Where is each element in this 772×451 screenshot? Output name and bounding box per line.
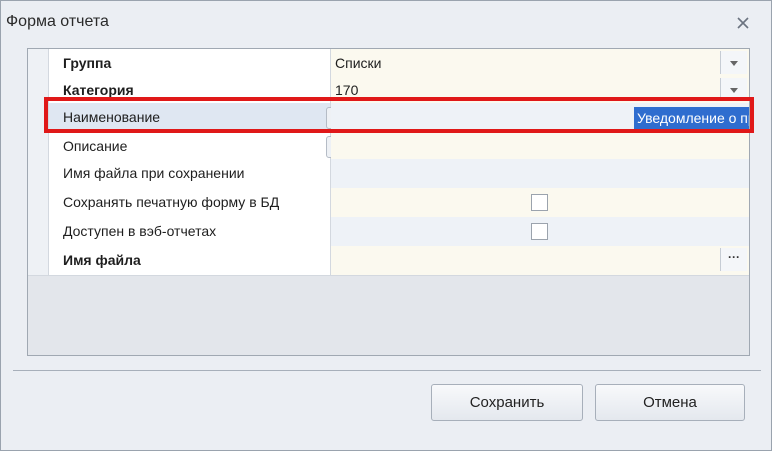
cancel-button[interactable]: Отмена	[595, 384, 745, 421]
row-gutter	[28, 246, 49, 275]
property-label: Категория	[63, 82, 134, 98]
property-label: Описание	[63, 138, 128, 154]
property-row-web-reports: Доступен в вэб-отчетах	[28, 217, 749, 247]
property-label: Группа	[63, 55, 112, 71]
report-form-window: Форма отчета Группа Списки Категория 170…	[0, 0, 772, 451]
row-gutter	[28, 132, 49, 161]
web-reports-cell	[331, 217, 749, 246]
row-gutter	[28, 159, 49, 188]
property-name: Имя файла при сохранении	[49, 159, 331, 188]
property-value: 170	[335, 82, 359, 98]
property-row-save-filename: Имя файла при сохранении	[28, 159, 749, 189]
property-row-filename: Имя файла ···	[28, 246, 749, 276]
property-name: Наименование	[49, 103, 348, 132]
property-name: Сохранять печатную форму в БД	[49, 188, 331, 217]
property-label: Имя файла при сохранении	[63, 165, 245, 181]
property-name: Доступен в вэб-отчетах	[49, 217, 331, 246]
window-title: Форма отчета	[6, 13, 109, 30]
property-label: Доступен в вэб-отчетах	[63, 223, 217, 239]
property-name: Категория	[49, 76, 331, 105]
chevron-down-icon[interactable]	[720, 51, 747, 74]
save-filename-field[interactable]	[331, 159, 749, 188]
property-row-save-to-db: Сохранять печатную форму в БД	[28, 188, 749, 218]
property-row-name: Наименование Уведомление о прибытии инос…	[28, 103, 749, 133]
divider	[13, 370, 761, 371]
name-input-selected[interactable]: Уведомление о прибытии иностранного граж…	[634, 107, 749, 129]
group-dropdown[interactable]: Списки	[331, 49, 749, 78]
category-dropdown[interactable]: 170	[331, 76, 749, 105]
save-to-db-checkbox[interactable]	[531, 194, 548, 211]
ellipsis-icon[interactable]: ···	[720, 248, 747, 271]
property-value: Списки	[335, 55, 382, 71]
property-label: Имя файла	[63, 252, 141, 268]
name-field[interactable]: Уведомление о прибытии иностранного граж…	[331, 103, 749, 132]
row-gutter	[28, 76, 49, 105]
property-label: Сохранять печатную форму в БД	[63, 194, 280, 210]
save-button[interactable]: Сохранить	[431, 384, 583, 421]
property-grid: Группа Списки Категория 170 Наименование	[27, 48, 750, 356]
close-icon[interactable]	[733, 13, 753, 33]
property-name: Описание	[49, 132, 348, 161]
web-reports-checkbox[interactable]	[531, 223, 548, 240]
property-name: Имя файла	[49, 246, 331, 275]
property-name: Группа	[49, 49, 331, 78]
property-label: Наименование	[63, 109, 161, 125]
row-gutter	[28, 217, 49, 246]
description-field[interactable]	[331, 132, 749, 161]
property-row-group: Группа Списки	[28, 49, 749, 79]
row-gutter	[28, 188, 49, 217]
property-row-category: Категория 170	[28, 76, 749, 106]
chevron-down-icon[interactable]	[720, 78, 747, 101]
row-gutter	[28, 49, 49, 78]
title-bar: Форма отчета	[1, 1, 771, 45]
filename-field[interactable]: ···	[331, 246, 749, 275]
property-row-description: Описание	[28, 132, 749, 162]
save-to-db-cell	[331, 188, 749, 217]
row-gutter	[28, 103, 49, 132]
property-value: Уведомление о прибытии иностранного граж…	[637, 110, 749, 126]
